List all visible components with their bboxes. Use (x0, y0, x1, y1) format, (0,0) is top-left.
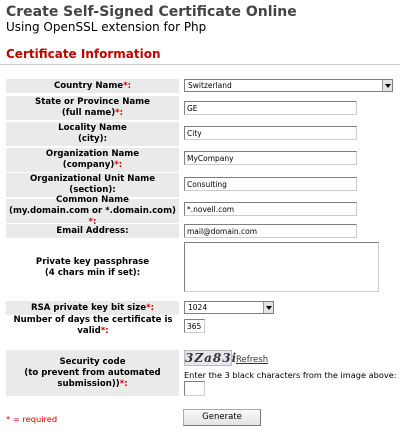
org-unit-input[interactable] (184, 177, 357, 191)
common-name-row: Common Name (my.domain.com or *.domain.co… (6, 195, 394, 227)
chevron-down-icon[interactable] (382, 80, 392, 91)
days-valid-label: Number of days the certificate is valid*… (6, 315, 180, 336)
page-title: Create Self-Signed Certificate Online (6, 4, 297, 20)
generate-button[interactable]: Generate (183, 409, 261, 426)
days-valid-row: Number of days the certificate is valid*… (6, 315, 394, 336)
required-legend: * = required (6, 414, 58, 424)
organization-label: Organization Name (company)*: (6, 148, 179, 172)
common-name-input[interactable] (184, 202, 357, 216)
page-subtitle: Using OpenSSL extension for Php (6, 20, 207, 34)
section-title: Certificate Information (6, 47, 161, 61)
state-label: State or Province Name (full name)*: (6, 96, 179, 120)
organization-row: Organization Name (company)*: (6, 148, 394, 172)
captcha-hint: Enter the 3 black characters from the im… (184, 370, 397, 380)
key-size-label: RSA private key bit size*: (6, 301, 179, 315)
email-input[interactable] (184, 224, 357, 238)
captcha-image: 3Za83i (184, 350, 238, 366)
days-valid-input[interactable] (184, 319, 205, 333)
state-row: State or Province Name (full name)*: (6, 96, 394, 120)
country-label: Country Name*: (6, 79, 179, 93)
key-size-select[interactable]: 1024 (184, 301, 274, 314)
locality-input[interactable] (184, 126, 357, 140)
security-label: Security code (to prevent from automated s… (6, 350, 179, 396)
locality-label: Locality Name (city): (6, 122, 179, 146)
chevron-down-icon[interactable] (263, 302, 273, 313)
state-input[interactable] (184, 101, 357, 115)
key-size-row: RSA private key bit size*: 1024 (6, 301, 394, 315)
common-name-label: Common Name (my.domain.com or *.domain.co… (6, 195, 179, 227)
org-unit-label: Organizational Unit Name (section): (6, 173, 179, 197)
org-unit-row: Organizational Unit Name (section): (6, 173, 394, 197)
security-code-input[interactable] (184, 381, 205, 396)
email-row: Email Address: (6, 224, 394, 238)
passphrase-label: Private key passphrase (4 chars min if se… (6, 242, 179, 294)
organization-input[interactable] (184, 151, 357, 165)
security-row: Security code (to prevent from automated s… (6, 350, 397, 396)
passphrase-row: Private key passphrase (4 chars min if se… (6, 242, 394, 294)
locality-row: Locality Name (city): (6, 122, 394, 146)
country-row: Country Name*: Switzerland (6, 79, 394, 93)
refresh-link[interactable]: Refresh (236, 355, 268, 365)
passphrase-textarea[interactable] (184, 242, 379, 292)
email-label: Email Address: (6, 224, 179, 238)
country-select[interactable]: Switzerland (184, 79, 393, 92)
section-divider (0, 64, 400, 65)
